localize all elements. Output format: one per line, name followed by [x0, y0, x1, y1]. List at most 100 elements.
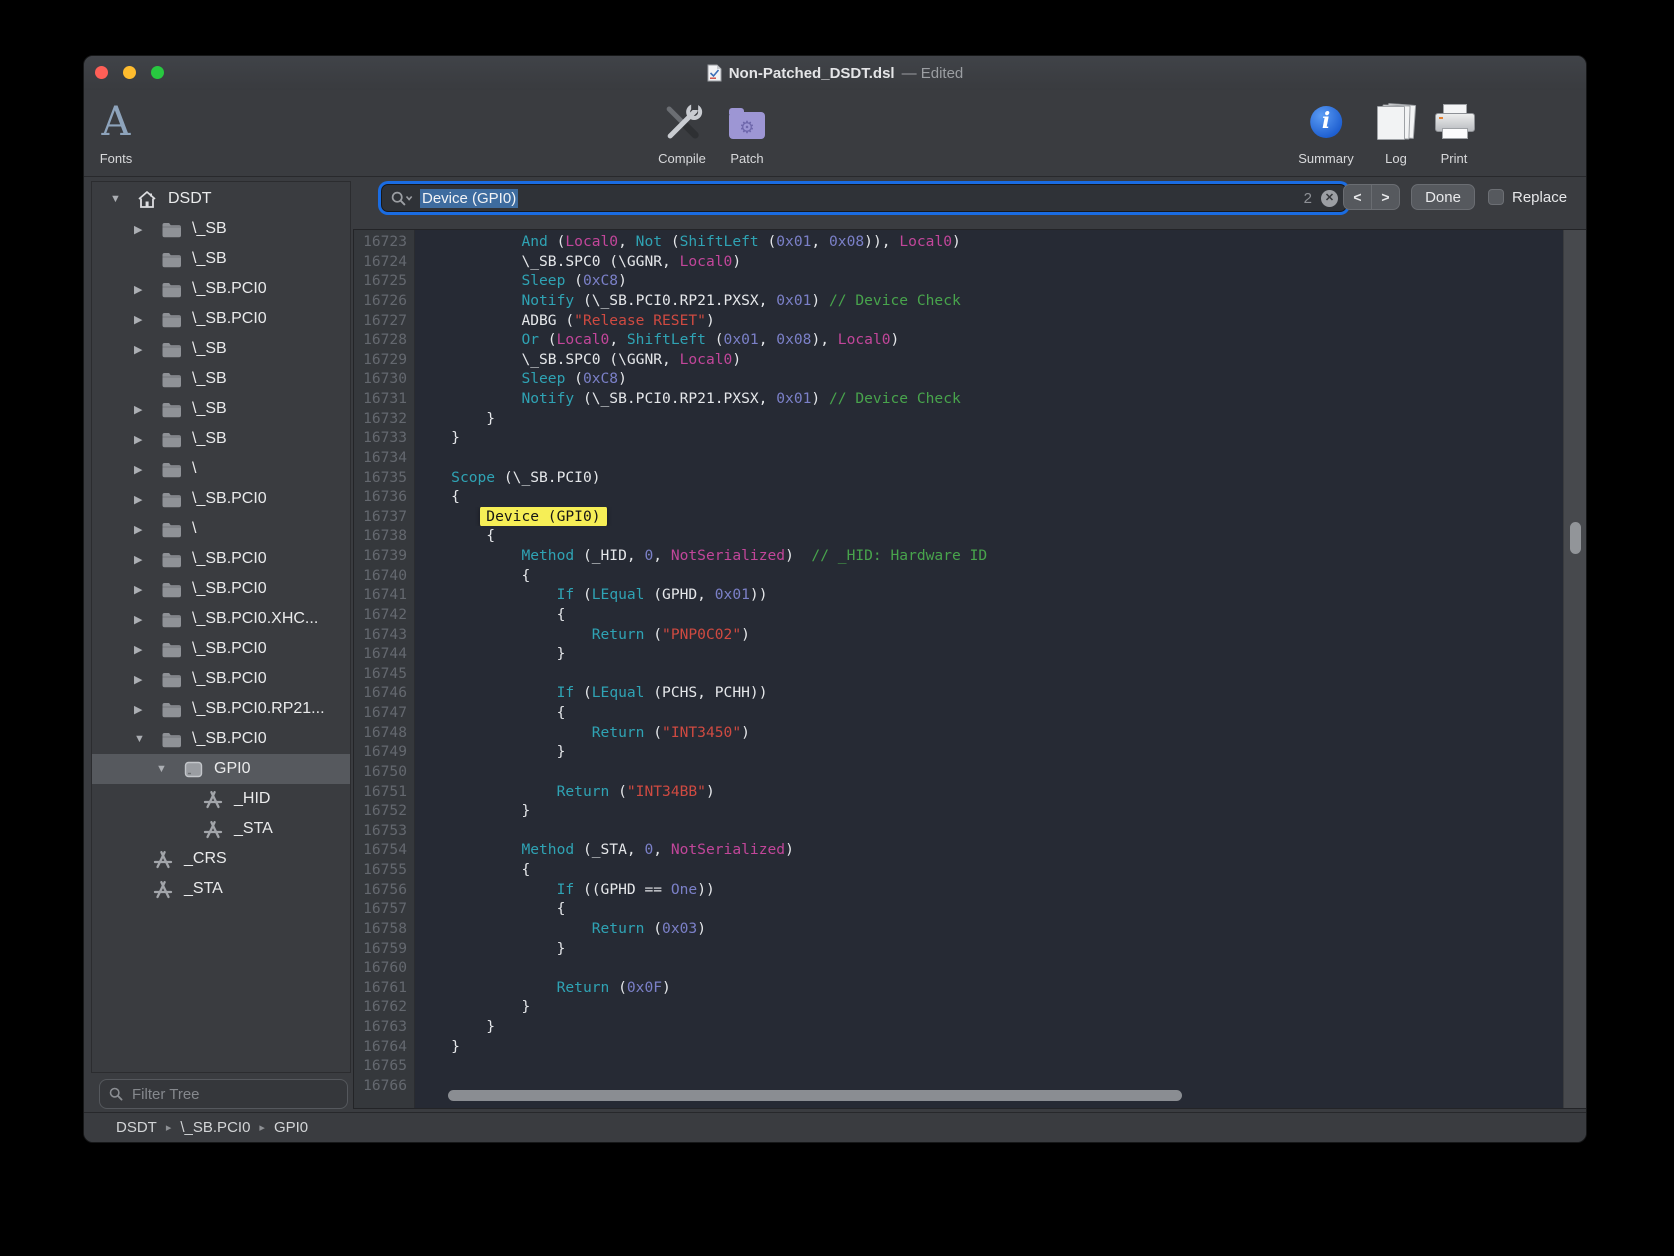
tree-row-sb[interactable]: \_SB	[92, 364, 350, 394]
line-number: 16755	[354, 860, 414, 880]
tree-row-sb[interactable]: ▶\_SB	[92, 424, 350, 454]
method-icon	[202, 819, 224, 839]
line-number: 16749	[354, 742, 414, 762]
line-number: 16753	[354, 821, 414, 841]
code-text: Return (0x03)	[414, 919, 1564, 939]
tree-row-dsdt[interactable]: ▼DSDT	[92, 184, 350, 214]
filter-tree-field[interactable]	[99, 1079, 348, 1109]
code-text: Return ("PNP0C02")	[414, 625, 1564, 645]
search-menu-icon[interactable]	[391, 191, 413, 206]
line-number: 16737	[354, 507, 414, 527]
code-line: 16763 }	[354, 1017, 1564, 1037]
disclosure-collapsed-icon[interactable]: ▶	[132, 463, 160, 476]
toolbar-item-log[interactable]: Log	[1377, 94, 1415, 166]
disclosure-collapsed-icon[interactable]: ▶	[132, 283, 160, 296]
done-button[interactable]: Done	[1411, 184, 1475, 210]
code-line: 16751 Return ("INT34BB")	[354, 782, 1564, 802]
tree-row-crs[interactable]: _CRS	[92, 844, 350, 874]
vertical-scrollbar[interactable]	[1563, 230, 1586, 1108]
disclosure-collapsed-icon[interactable]: ▶	[132, 343, 160, 356]
line-number: 16760	[354, 958, 414, 978]
code-editor[interactable]: 16723 And (Local0, Not (ShiftLeft (0x01,…	[353, 229, 1587, 1109]
disclosure-collapsed-icon[interactable]: ▶	[132, 613, 160, 626]
status-bar-breadcrumb: DSDT▸\_SB.PCI0▸GPI0	[84, 1112, 1586, 1142]
tree-row-[interactable]: ▶\	[92, 454, 350, 484]
toolbar-item-compile[interactable]: Compile	[658, 94, 706, 166]
tree-row-sbpci0[interactable]: ▶\_SB.PCI0	[92, 484, 350, 514]
tree-row-hid[interactable]: _HID	[92, 784, 350, 814]
line-number: 16759	[354, 939, 414, 959]
toolbar-item-print[interactable]: Print	[1435, 94, 1473, 166]
tree-row-sb[interactable]: ▶ \_SB	[92, 214, 350, 244]
disclosure-collapsed-icon[interactable]: ▶	[132, 223, 160, 236]
tree-row-sbpci0[interactable]: ▶\_SB.PCI0	[92, 304, 350, 334]
vertical-scrollbar-thumb[interactable]	[1570, 522, 1581, 554]
breadcrumb-item[interactable]: \_SB.PCI0	[180, 1119, 250, 1136]
disclosure-collapsed-icon[interactable]: ▶	[132, 313, 160, 326]
title-bar[interactable]: Non-Patched_DSDT.dsl — Edited	[84, 56, 1586, 90]
tree-row-sbpci0xhc[interactable]: ▶\_SB.PCI0.XHC...	[92, 604, 350, 634]
patch-folder-gear-icon: ⚙	[729, 112, 765, 139]
code-line: 16745	[354, 664, 1564, 684]
method-icon	[152, 879, 174, 899]
filter-tree-input[interactable]	[130, 1085, 338, 1104]
disclosure-collapsed-icon[interactable]: ▶	[132, 673, 160, 686]
disclosure-collapsed-icon[interactable]: ▶	[132, 703, 160, 716]
code-line: 16726 Notify (\_SB.PCI0.RP21.PXSX, 0x01)…	[354, 291, 1564, 311]
disclosure-collapsed-icon[interactable]: ▶	[132, 523, 160, 536]
folder-icon	[160, 219, 182, 239]
tree-row-sbpci0[interactable]: ▼\_SB.PCI0	[92, 724, 350, 754]
tree-row-sb[interactable]: \_SB	[92, 244, 350, 274]
tree-row-sbpci0[interactable]: ▶\_SB.PCI0	[92, 574, 350, 604]
disclosure-expanded-icon[interactable]: ▼	[154, 763, 182, 775]
replace-checkbox[interactable]	[1488, 189, 1504, 205]
tree-row-sbpci0[interactable]: ▶\_SB.PCI0	[92, 274, 350, 304]
tree-row-sbpci0[interactable]: ▶\_SB.PCI0	[92, 634, 350, 664]
code-line: 16761 Return (0x0F)	[354, 978, 1564, 998]
line-number: 16744	[354, 644, 414, 664]
code-line: 16742 {	[354, 605, 1564, 625]
disclosure-expanded-icon[interactable]: ▼	[108, 193, 136, 205]
disclosure-collapsed-icon[interactable]: ▶	[132, 553, 160, 566]
tree-item-label: \_SB.PCI0	[192, 670, 267, 688]
toolbar-item-patch[interactable]: ⚙ Patch	[729, 94, 765, 166]
code-text: {	[414, 605, 1564, 625]
tree-item-label: \_SB	[192, 220, 227, 238]
line-number: 16743	[354, 625, 414, 645]
breadcrumb-item[interactable]: GPI0	[274, 1119, 308, 1136]
disclosure-collapsed-icon[interactable]: ▶	[132, 643, 160, 656]
tree-row-sb[interactable]: ▶\_SB	[92, 394, 350, 424]
disclosure-collapsed-icon[interactable]: ▶	[132, 433, 160, 446]
disclosure-collapsed-icon[interactable]: ▶	[132, 583, 160, 596]
clear-search-icon[interactable]: ✕	[1321, 190, 1338, 207]
line-number: 16752	[354, 801, 414, 821]
code-text	[414, 1056, 1564, 1076]
breadcrumb-item[interactable]: DSDT	[116, 1119, 157, 1136]
tree-row-gpi0[interactable]: ▼GPI0	[92, 754, 350, 784]
line-number: 16750	[354, 762, 414, 782]
toolbar-item-fonts[interactable]: A Fonts	[100, 94, 133, 166]
line-number: 16735	[354, 468, 414, 488]
code-text: If (LEqual (GPHD, 0x01))	[414, 585, 1564, 605]
disclosure-collapsed-icon[interactable]: ▶	[132, 403, 160, 416]
tree-row-sbpci0[interactable]: ▶\_SB.PCI0	[92, 544, 350, 574]
find-next-button[interactable]: >	[1371, 185, 1399, 209]
tree-row-sbpci0[interactable]: ▶ \_SB.PCI0	[92, 664, 350, 694]
tree-row-sb[interactable]: ▶\_SB	[92, 334, 350, 364]
code-text: }	[414, 428, 1564, 448]
code-line: 16728 Or (Local0, ShiftLeft (0x01, 0x08)…	[354, 330, 1564, 350]
code-line: 16735 Scope (\_SB.PCI0)	[354, 468, 1564, 488]
horizontal-scrollbar-thumb[interactable]	[448, 1090, 1182, 1101]
tree-row-sta[interactable]: _STA	[92, 814, 350, 844]
tree-row-sbpci0rp21[interactable]: ▶\_SB.PCI0.RP21...	[92, 694, 350, 724]
toolbar-item-summary[interactable]: i Summary	[1298, 94, 1354, 166]
find-input-field[interactable]: Device (GPI0) 2 ✕	[381, 184, 1347, 212]
tree-row-[interactable]: ▶\	[92, 514, 350, 544]
code-text: Sleep (0xC8)	[414, 271, 1564, 291]
code-line: 16754 Method (_STA, 0, NotSerialized)	[354, 840, 1564, 860]
find-previous-button[interactable]: <	[1344, 185, 1371, 209]
disclosure-expanded-icon[interactable]: ▼	[132, 733, 160, 745]
tree-row-sta[interactable]: _STA	[92, 874, 350, 904]
code-line: 16765	[354, 1056, 1564, 1076]
disclosure-collapsed-icon[interactable]: ▶	[132, 493, 160, 506]
